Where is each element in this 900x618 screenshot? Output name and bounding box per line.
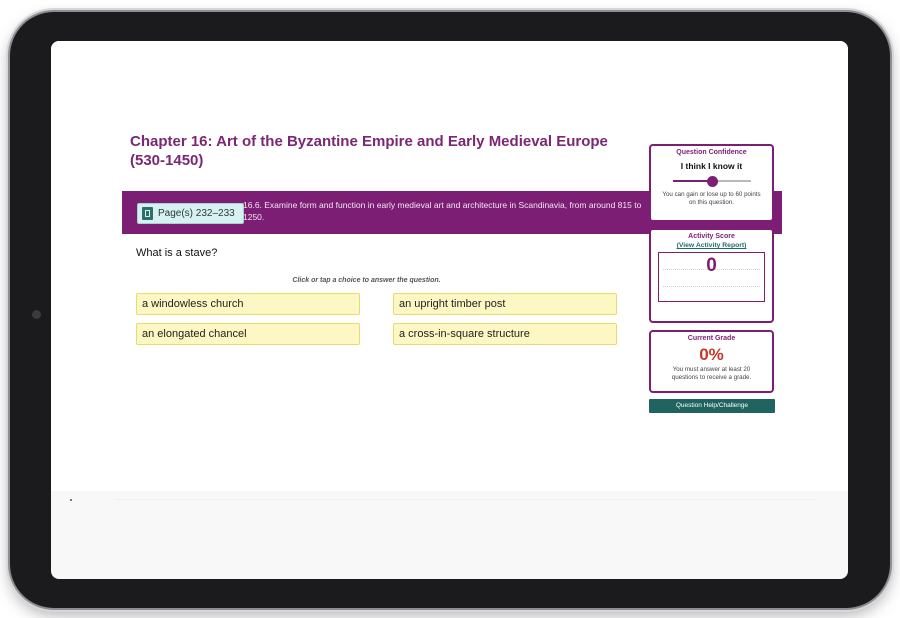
- screen: Chapter 16: Art of the Byzantine Empire …: [51, 41, 848, 579]
- content-area: Chapter 16: Art of the Byzantine Empire …: [51, 41, 848, 491]
- answer-choice[interactable]: an elongated chancel: [136, 323, 360, 345]
- activity-score-panel: Activity Score (View Activity Report) 0: [649, 228, 774, 323]
- slider-thumb[interactable]: [706, 176, 718, 187]
- question-confidence-panel: Question Confidence I think I know it Yo…: [649, 144, 774, 222]
- grade-note: You must answer at least 20 questions to…: [671, 366, 752, 381]
- view-activity-report-link[interactable]: (View Activity Report): [651, 242, 772, 249]
- grade-value: 0%: [699, 345, 724, 364]
- confidence-note: You can gain or lose up to 60 points on …: [662, 191, 761, 206]
- learning-objective-text: 16.6. Examine form and function in early…: [243, 200, 642, 222]
- current-grade-panel: Current Grade 0% You must answer at leas…: [649, 330, 774, 393]
- slider-fill: [672, 180, 712, 182]
- grade-heading: Current Grade: [687, 335, 736, 342]
- score-rule: [663, 286, 760, 287]
- tablet-frame: Chapter 16: Art of the Byzantine Empire …: [10, 12, 890, 608]
- answer-choice[interactable]: an upright timber post: [393, 293, 617, 315]
- confidence-slider[interactable]: [672, 176, 751, 187]
- question-prompt: What is a stave?: [136, 247, 218, 259]
- question-help-button[interactable]: Question Help/Challenge: [649, 399, 775, 413]
- score-box: 0: [658, 252, 765, 302]
- camera-icon: [32, 310, 41, 319]
- answer-instruction: Click or tap a choice to answer the ques…: [292, 277, 441, 284]
- answer-choice[interactable]: a windowless church: [136, 293, 360, 315]
- divider: [116, 499, 816, 500]
- scroll-marker: [70, 499, 72, 501]
- activity-score-value: 0: [706, 255, 717, 276]
- confidence-value: I think I know it: [680, 161, 743, 171]
- activity-heading: Activity Score: [688, 233, 735, 240]
- pages-reference-button[interactable]: Page(s) 232–233: [137, 203, 244, 224]
- chapter-title: Chapter 16: Art of the Byzantine Empire …: [130, 133, 608, 169]
- pages-label: Page(s) 232–233: [158, 208, 235, 219]
- answer-choice[interactable]: a cross-in-square structure: [393, 323, 617, 345]
- book-icon: [142, 207, 153, 220]
- confidence-heading: Question Confidence: [676, 149, 747, 156]
